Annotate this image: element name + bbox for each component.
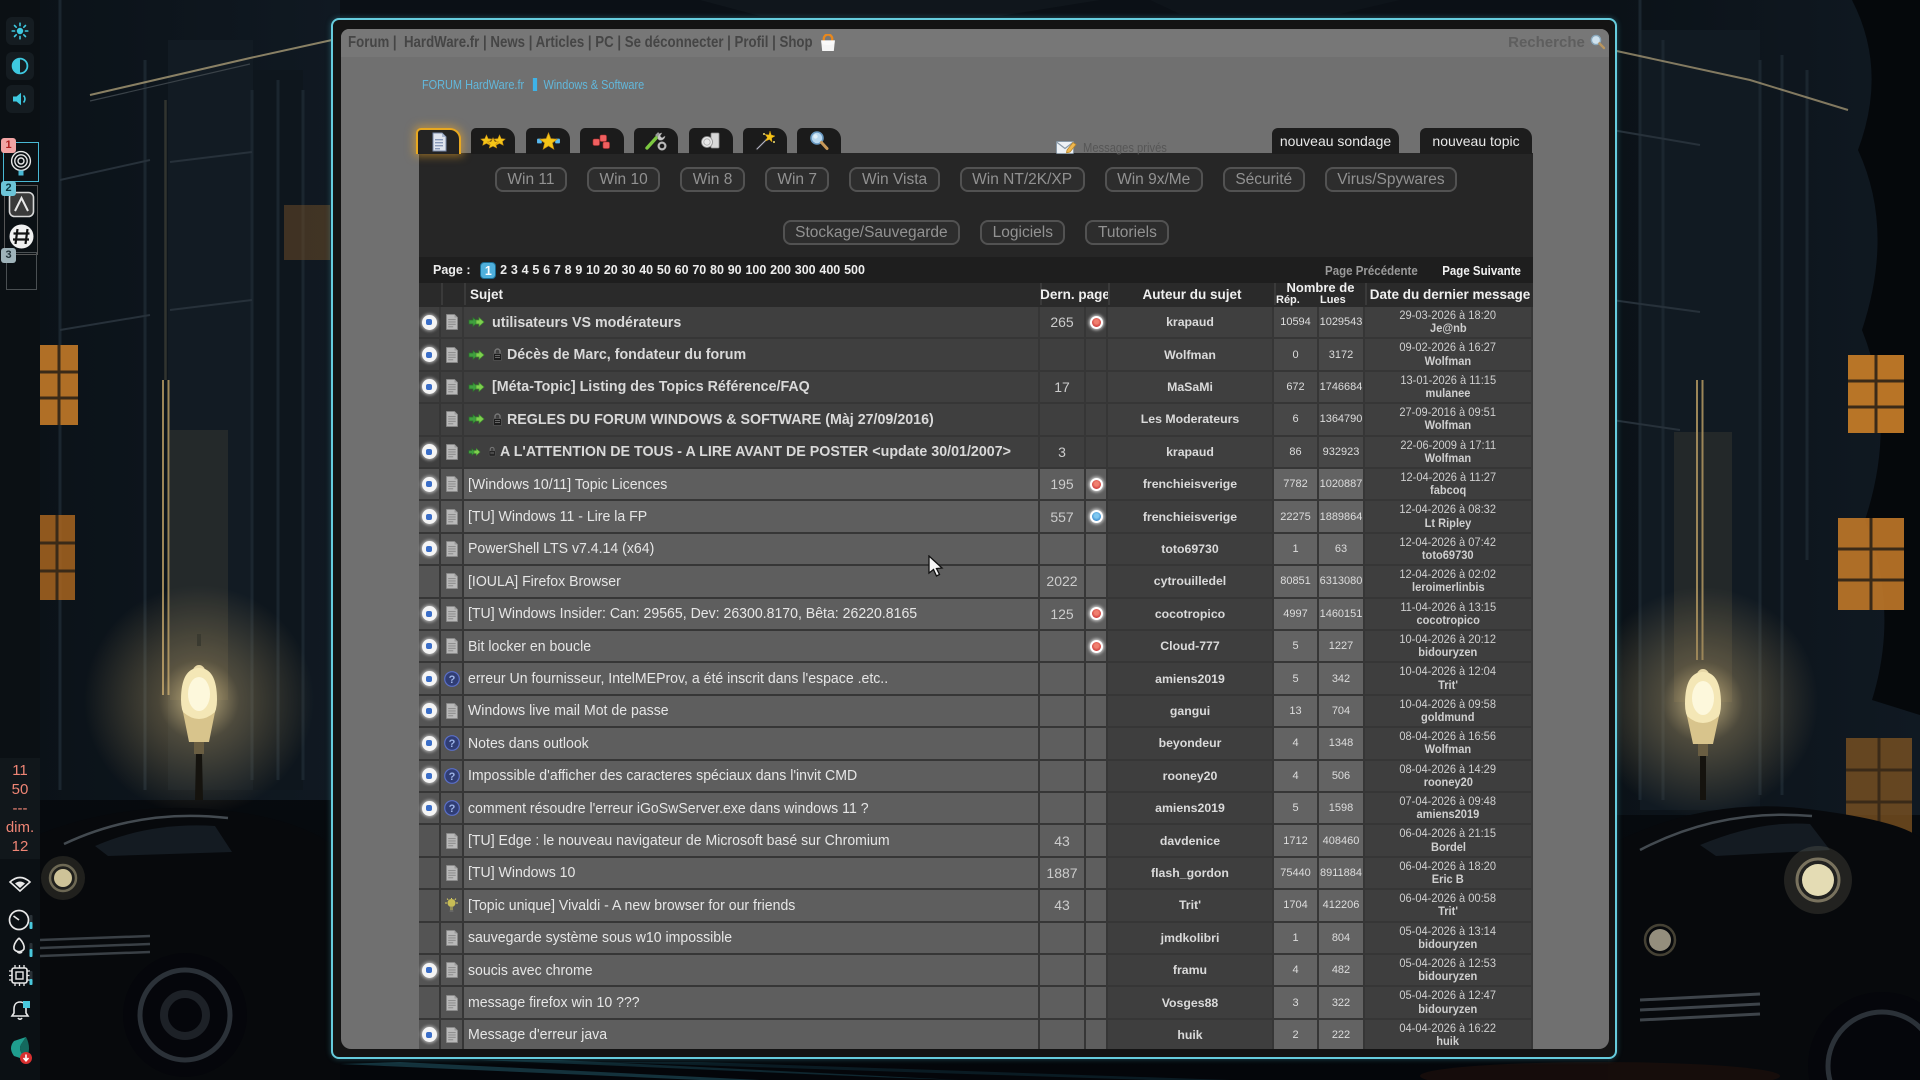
svg-text:?: ?	[448, 771, 455, 783]
svg-text:?: ?	[448, 674, 455, 686]
svg-text:?: ?	[448, 738, 455, 750]
svg-text:?: ?	[448, 803, 455, 815]
